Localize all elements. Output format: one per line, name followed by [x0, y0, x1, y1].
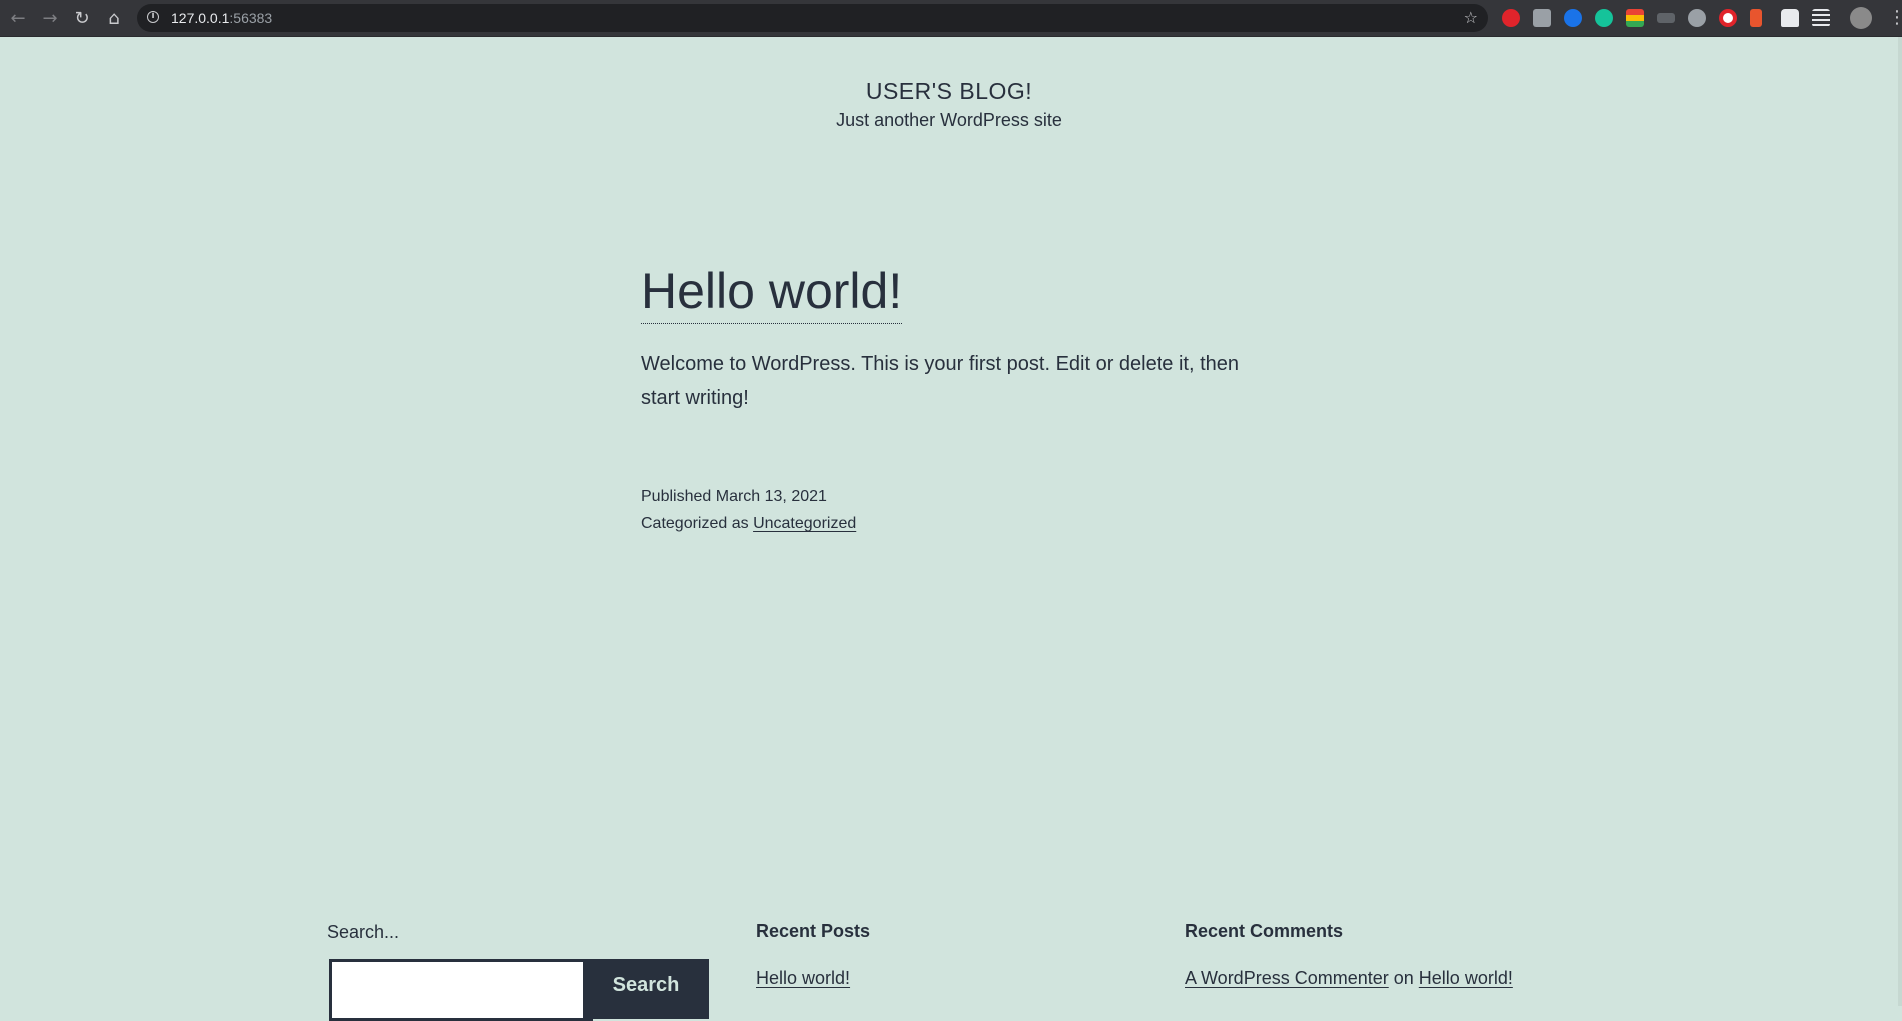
site-description: Just another WordPress site [836, 110, 1062, 130]
browser-toolbar: ← → ↻ ⌂ i 127.0.0.1:56383 ☆ ⋮ [0, 0, 1902, 37]
extension-orange-icon[interactable] [1750, 9, 1762, 27]
extension-red-icon[interactable] [1502, 9, 1520, 27]
back-arrow-icon[interactable]: ← [6, 6, 30, 30]
star-icon[interactable]: ☆ [1464, 8, 1478, 27]
post-title-link[interactable]: Hello world! [641, 259, 903, 324]
recent-post-link[interactable]: Hello world! [756, 968, 850, 988]
comment-joiner: on [1393, 968, 1414, 988]
list-item: A WordPress Commenter on Hello world! [1185, 968, 1513, 989]
recent-posts-title: Recent Posts [756, 921, 871, 941]
home-icon[interactable]: ⌂ [102, 6, 126, 30]
recent-comments-title: Recent Comments [1185, 921, 1344, 941]
extension-grammarly-icon[interactable] [1595, 9, 1613, 27]
search-label: Search... [327, 922, 400, 942]
published-label: Published [641, 488, 712, 505]
forward-arrow-icon[interactable]: → [38, 6, 62, 30]
scrollbar[interactable] [1898, 37, 1902, 1006]
categorized-label: Categorized as [641, 515, 749, 532]
site-header: USER'S BLOG! Just another WordPress site [0, 76, 1898, 133]
post-article: Hello world! Welcome to WordPress. This … [641, 259, 1261, 537]
reading-list-icon[interactable] [1812, 9, 1830, 27]
profile-avatar-icon[interactable] [1850, 7, 1872, 29]
category-link[interactable]: Uncategorized [753, 515, 856, 532]
search-button[interactable]: Search [583, 959, 709, 1019]
site-title[interactable]: USER'S BLOG! [0, 76, 1898, 106]
post-content: Welcome to WordPress. This is your first… [641, 353, 1240, 409]
puzzle-extensions-icon[interactable] [1781, 9, 1799, 27]
comment-author-link[interactable]: A WordPress Commenter [1185, 968, 1389, 988]
list-item: Hello world! [756, 968, 870, 989]
published-date: March 13, 2021 [715, 488, 827, 505]
extension-colorful-icon[interactable] [1626, 9, 1644, 27]
url-text[interactable]: 127.0.0.1:56383 [171, 10, 272, 26]
recent-posts-widget: Recent Posts Hello world! [756, 919, 870, 989]
search-widget: Search... Search [327, 919, 709, 1021]
comment-post-link[interactable]: Hello world! [1419, 968, 1513, 988]
search-form: Search [329, 959, 709, 1021]
url-port: :56383 [229, 10, 273, 26]
reload-icon[interactable]: ↻ [70, 6, 94, 30]
extension-gray-icon[interactable] [1533, 9, 1551, 27]
extension-target-icon[interactable] [1719, 9, 1737, 27]
post-meta: Published March 13, 2021 Categorized as … [641, 483, 1261, 537]
address-bar[interactable]: i 127.0.0.1:56383 ☆ [137, 4, 1488, 32]
url-host: 127.0.0.1 [171, 10, 230, 26]
extension-blue-icon[interactable] [1564, 9, 1582, 27]
menu-dots-icon[interactable]: ⋮ [1888, 6, 1902, 30]
post-published: Published March 13, 2021 [641, 483, 1261, 510]
post-categories: Categorized as Uncategorized [641, 510, 1261, 537]
info-icon[interactable]: i [147, 11, 159, 23]
search-input[interactable] [329, 959, 593, 1021]
extension-cloud-icon[interactable] [1688, 9, 1706, 27]
recent-comments-widget: Recent Comments A WordPress Commenter on… [1185, 919, 1513, 989]
extension-dots-icon[interactable] [1657, 13, 1675, 23]
